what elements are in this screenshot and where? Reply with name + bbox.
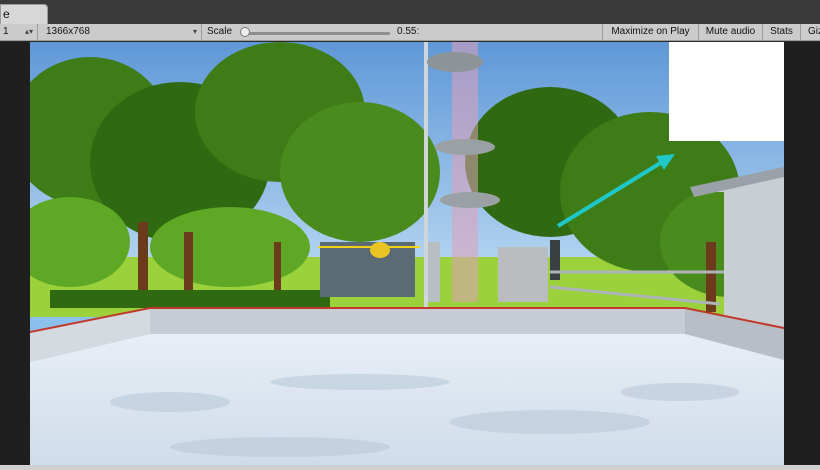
editor-tab-strip: e: [0, 0, 820, 24]
viewport-letterbox-left: [0, 42, 30, 470]
mute-audio-button[interactable]: Mute audio: [698, 24, 762, 41]
game-tab[interactable]: e: [0, 4, 48, 24]
scale-label: Scale: [207, 26, 233, 37]
game-tab-label: e: [3, 7, 10, 21]
gizmos-button[interactable]: Giz: [800, 24, 820, 41]
scale-value: 0.55:: [397, 26, 420, 37]
game-scene: [30, 42, 784, 465]
info-panel: [669, 42, 784, 141]
resolution-select[interactable]: 1366x768 ▾: [38, 24, 202, 41]
display-select[interactable]: 1 ▴▾: [0, 24, 38, 41]
bottom-strip: [0, 465, 820, 470]
pool-back-wall: [150, 308, 685, 334]
scale-slider-thumb[interactable]: [240, 27, 250, 37]
updown-arrow-icon: ▴▾: [24, 27, 33, 36]
display-select-value: 1: [3, 26, 9, 37]
maximize-on-play-button[interactable]: Maximize on Play: [602, 24, 698, 41]
scale-slider-track[interactable]: [244, 32, 390, 35]
game-viewport[interactable]: [30, 42, 784, 465]
hedge: [50, 290, 330, 308]
game-view-toolbar: 1 ▴▾ 1366x768 ▾ Scale 0.55: Maximize on …: [0, 24, 820, 41]
resolution-select-value: 1366x768: [46, 26, 90, 37]
viewport-letterbox-right: [784, 42, 820, 470]
dropdown-arrow-icon: ▾: [192, 27, 197, 36]
stats-button[interactable]: Stats: [762, 24, 800, 41]
